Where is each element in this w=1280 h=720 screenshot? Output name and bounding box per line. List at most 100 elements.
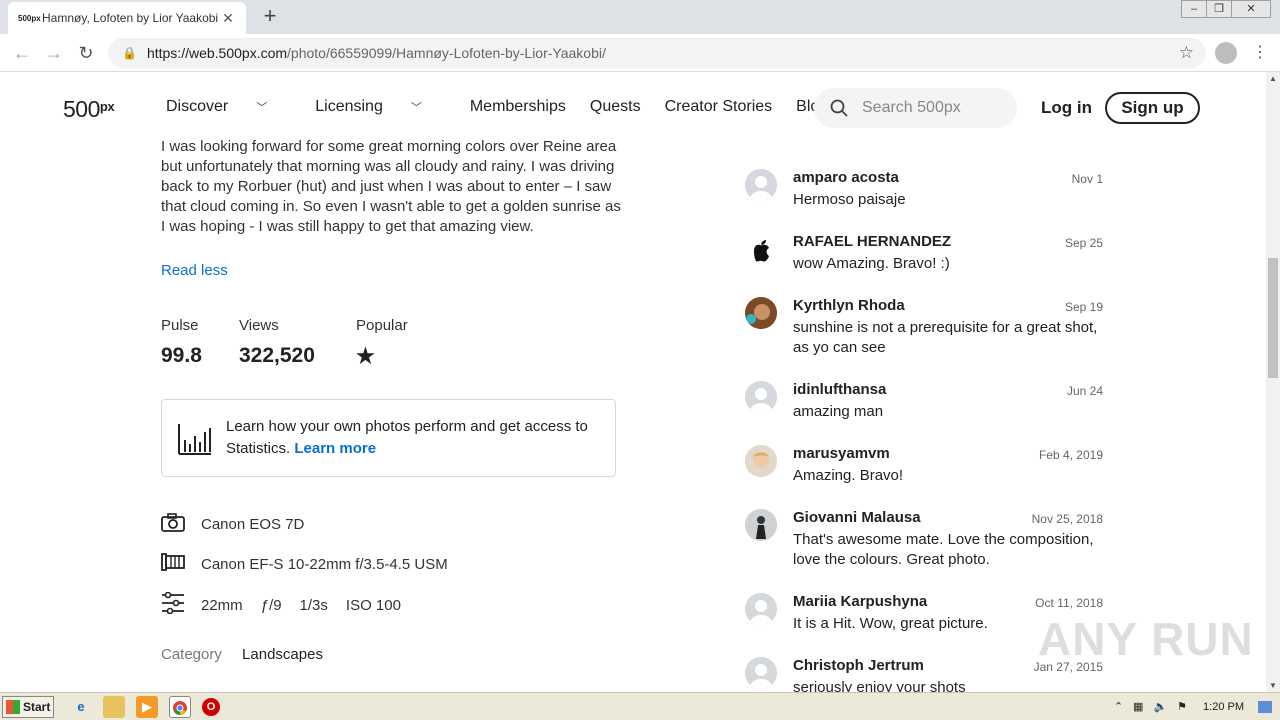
comment-author[interactable]: idinlufthansa [793, 381, 886, 398]
comment-author[interactable]: Kyrthlyn Rhoda [793, 297, 905, 314]
chevron-down-icon: ﹀ [256, 102, 268, 114]
reload-icon[interactable]: ↻ [74, 41, 98, 65]
nav-discover[interactable]: Discover ﹀ [166, 98, 291, 116]
windows-flag-icon [6, 699, 20, 714]
default-avatar-icon[interactable] [745, 593, 777, 625]
window-controls: – ❐ ✕ [1181, 0, 1271, 18]
action-center-flag-icon[interactable]: ⚑ [1177, 700, 1187, 713]
exposure-settings: 22mm ƒ/9 1/3s ISO 100 [161, 591, 401, 618]
comment-date: Jun 24 [1066, 384, 1103, 398]
views-label: Views [239, 317, 279, 334]
iso: ISO 100 [345, 596, 401, 614]
comment-date: Sep 25 [1064, 236, 1103, 250]
comment-body: Hermoso paisaje [793, 191, 906, 208]
url-path: /photo/66559099/Hamnøy-Lofoten-by-Lior-Y… [287, 45, 606, 61]
nav-discover-label: Discover [166, 98, 229, 115]
comment-body: sunshine is not a prerequisite for a gre… [793, 319, 1098, 356]
search-input[interactable] [862, 99, 1002, 117]
learn-more-link[interactable]: Learn more [294, 440, 376, 457]
photo-description: I was looking forward for some great mor… [161, 138, 621, 235]
category-label: Category [161, 646, 222, 663]
clock[interactable]: 1:20 PM [1203, 701, 1244, 713]
lens-icon [161, 552, 201, 576]
scroll-down-arrow-icon[interactable]: ▼ [1269, 681, 1277, 690]
minimize-button[interactable]: – [1181, 0, 1207, 18]
logo-suffix: px [99, 99, 115, 114]
network-icon[interactable]: ▦ [1133, 700, 1143, 713]
restore-button[interactable]: ❐ [1206, 0, 1232, 18]
promo-text: Learn how your own photos perform and ge… [226, 418, 588, 457]
bookmark-star-icon[interactable]: ☆ [1179, 43, 1194, 63]
scrollbar-thumb[interactable] [1268, 258, 1278, 378]
statistics-promo-text: Learn how your own photos perform and ge… [226, 416, 596, 460]
back-arrow-icon[interactable]: ← [10, 41, 34, 65]
popular-star-icon: ★ [356, 345, 375, 368]
comment-author[interactable]: marusyamvm [793, 445, 890, 462]
nav-memberships[interactable]: Memberships [470, 98, 566, 116]
address-bar[interactable]: 🔒 https://web.500px.com/photo/66559099/H… [108, 38, 1206, 68]
comment-author[interactable]: RAFAEL HERNANDEZ [793, 233, 951, 250]
volume-icon[interactable]: 🔈 [1153, 700, 1167, 713]
comment-date: Sep 19 [1064, 300, 1103, 314]
nav-creator-stories[interactable]: Creator Stories [665, 98, 773, 116]
site-header: 500px Discover ﹀ Licensing ﹀ Memberships Q… [0, 72, 1266, 144]
windows-taskbar: Start e ▶ O ⌃ ▦ 🔈 ⚑ 1:20 PM [0, 692, 1280, 720]
close-window-button[interactable]: ✕ [1231, 0, 1271, 18]
anyrun-watermark: ANY RUN [1038, 613, 1254, 665]
comment-author[interactable]: Giovanni Malausa [793, 509, 921, 526]
show-desktop-icon[interactable] [1258, 700, 1272, 713]
opera-icon[interactable]: O [202, 697, 220, 716]
browser-toolbar: ← → ↻ 🔒 https://web.500px.com/photo/6655… [0, 34, 1280, 72]
views-stat: Views 322,520 [239, 317, 315, 368]
user-photo-avatar[interactable] [745, 445, 777, 477]
new-tab-button[interactable]: + [258, 4, 282, 28]
camera-info: Canon EOS 7D [161, 512, 304, 536]
nav-quests[interactable]: Quests [590, 98, 641, 116]
signup-button[interactable]: Sign up [1105, 92, 1200, 124]
pulse-value: 99.8 [161, 344, 202, 367]
popular-label: Popular [356, 317, 408, 334]
apple-logo-icon[interactable] [745, 233, 777, 265]
file-explorer-icon[interactable] [103, 695, 125, 718]
category-value[interactable]: Landscapes [242, 646, 323, 663]
logo-text: 500 [63, 96, 100, 122]
default-avatar-icon[interactable] [745, 169, 777, 201]
browser-tab[interactable]: 500px Hamnøy, Lofoten by Lior Yaakobi / … [8, 2, 246, 34]
settings-sliders-icon [161, 591, 201, 618]
nav-licensing-label: Licensing [315, 98, 383, 115]
media-player-icon[interactable]: ▶ [136, 695, 158, 718]
page-scrollbar[interactable]: ▲ ▼ [1266, 72, 1280, 692]
forward-arrow-icon[interactable]: → [42, 41, 66, 65]
scroll-up-arrow-icon[interactable]: ▲ [1269, 74, 1277, 83]
500px-logo[interactable]: 500px [63, 96, 115, 123]
default-avatar-icon[interactable] [745, 657, 777, 689]
start-button[interactable]: Start [2, 695, 54, 718]
category-row: Category Landscapes [161, 646, 323, 663]
comment-author[interactable]: Mariia Karpushyna [793, 593, 927, 610]
profile-avatar-icon[interactable] [1215, 42, 1237, 64]
focal-length: 22mm [201, 596, 243, 614]
comment-author[interactable]: amparo acosta [793, 169, 899, 186]
comment-author[interactable]: Christoph Jertrum [793, 657, 924, 674]
browser-tab-bar: 500px Hamnøy, Lofoten by Lior Yaakobi / … [0, 0, 1280, 34]
login-button[interactable]: Log in [1041, 98, 1092, 118]
default-avatar-icon[interactable] [745, 381, 777, 413]
camera-model[interactable]: Canon EOS 7D [201, 516, 304, 533]
user-photo-avatar[interactable] [745, 509, 777, 541]
tab-close-icon[interactable]: ✕ [220, 10, 236, 27]
tray-expand-icon[interactable]: ⌃ [1114, 700, 1123, 713]
comment-body: That's awesome mate. Love the compositio… [793, 531, 1094, 568]
shutter-speed: 1/3s [299, 596, 328, 614]
search-icon [830, 99, 848, 117]
browser-menu-icon[interactable]: ⋮ [1252, 42, 1268, 64]
chrome-taskbar-icon[interactable] [169, 695, 191, 718]
url-host: https://web.500px.com [146, 45, 288, 61]
read-less-link[interactable]: Read less [161, 262, 228, 279]
comment-date: Feb 4, 2019 [1038, 448, 1103, 462]
500px-favicon-icon: 500px [18, 13, 41, 23]
user-photo-avatar[interactable] [745, 297, 777, 329]
internet-explorer-icon[interactable]: e [70, 696, 92, 718]
lens-model[interactable]: Canon EF-S 10-22mm f/3.5-4.5 USM [201, 556, 448, 573]
nav-licensing[interactable]: Licensing ﹀ [315, 98, 446, 116]
search-box[interactable] [814, 88, 1017, 128]
